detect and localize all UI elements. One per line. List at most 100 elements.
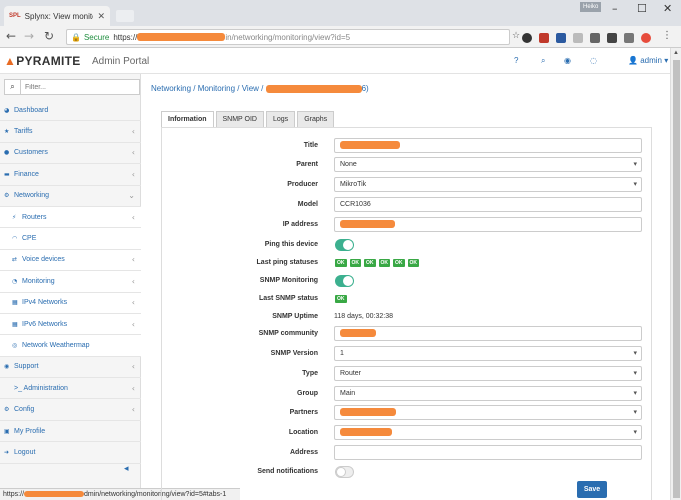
sidebar-item-administration[interactable]: >_ Administration ‹ <box>0 378 141 400</box>
snmp-version-row: SNMP Version 1 ▾ <box>162 346 653 366</box>
breadcrumb-monitoring[interactable]: Monitoring <box>198 84 235 93</box>
sidebar-nav: ◕ Dashboard ★ Tariffs ‹ ● Customers ‹ ▬ Finance ‹ ⚙… <box>0 100 141 464</box>
notifications-toggle[interactable] <box>335 466 354 478</box>
sidebar-item-label: My Profile <box>14 427 46 435</box>
parent-select[interactable]: None ▾ <box>334 157 642 172</box>
sidebar-item-voice-devices[interactable]: ⇄ Voice devices ‹ <box>0 249 141 272</box>
scroll-up-icon[interactable]: ▲ <box>673 50 679 56</box>
sidebar-item-label: Support <box>14 363 39 371</box>
location-row: Location ▾ <box>162 425 653 445</box>
sidebar-item-ipv4-networks[interactable]: ▦ IPv4 Networks ‹ <box>0 292 141 314</box>
sidebar-item-monitoring[interactable]: ◔ Monitoring ‹ <box>0 271 141 293</box>
search-icon[interactable]: ⌕ <box>541 56 545 66</box>
search-icon[interactable]: ⌕ <box>4 79 21 95</box>
breadcrumb: Networking / Monitoring / View / 6) <box>151 84 369 93</box>
sidebar-item-dashboard[interactable]: ◕ Dashboard <box>0 100 141 122</box>
sidebar-item-my-profile[interactable]: ▣ My Profile <box>0 421 141 443</box>
globe-icon: ◎ <box>12 341 18 349</box>
chevron-down-icon: ▾ <box>633 180 637 188</box>
sidebar-item-routers[interactable]: ⚡ Routers ‹ <box>0 206 141 229</box>
sidebar-item-ipv6-networks[interactable]: ▦ IPv6 Networks ‹ <box>0 313 141 336</box>
tab-information[interactable]: Information <box>161 111 214 127</box>
type-select[interactable]: Router ▾ <box>334 366 642 381</box>
extension-icon[interactable] <box>539 33 549 43</box>
producer-select[interactable]: MikroTik ▾ <box>334 177 642 192</box>
extension-icon[interactable] <box>522 33 532 43</box>
reload-icon[interactable]: ↻ <box>44 29 54 43</box>
tab-snmp-oid[interactable]: SNMP OID <box>215 111 264 127</box>
breadcrumb-view: View <box>241 84 259 93</box>
chevron-down-icon: ▾ <box>633 160 637 168</box>
extension-icon[interactable] <box>624 33 634 43</box>
chevron-down-icon: ▾ <box>633 408 637 416</box>
save-button[interactable]: Save <box>577 481 607 498</box>
extension-icon[interactable] <box>556 33 566 43</box>
minimize-icon[interactable]: – <box>612 2 618 15</box>
partners-select[interactable]: ▾ <box>334 405 642 420</box>
model-field[interactable]: CCR1036 <box>334 197 642 212</box>
sidebar-item-logout[interactable]: ➜ Logout <box>0 442 141 464</box>
snmp-monitoring-toggle[interactable] <box>335 275 354 287</box>
url-scheme: https:// <box>113 32 138 42</box>
sidebar-item-support[interactable]: ◉ Support ‹ <box>0 357 141 379</box>
sidebar-item-cpe[interactable]: ◠ CPE <box>0 228 141 250</box>
browser-tab[interactable]: SPL Splynx: View monitoring ✕ <box>4 6 110 26</box>
chevron-down-icon: ⌄ <box>128 191 135 201</box>
ip-field[interactable] <box>334 217 642 232</box>
collapse-sidebar-icon[interactable]: ◂ <box>124 464 129 474</box>
maximize-icon[interactable]: ☐ <box>637 2 647 15</box>
sidebar-item-config[interactable]: ⚙ Config ‹ <box>0 399 141 421</box>
group-row: Group Main ▾ <box>162 386 653 406</box>
gear-icon: ⚙ <box>4 406 10 414</box>
help-icon[interactable]: ? <box>514 56 518 65</box>
chevron-down-icon: ▾ <box>633 428 637 436</box>
search-input[interactable] <box>21 79 140 95</box>
new-tab-button[interactable] <box>116 10 134 22</box>
title-field[interactable] <box>334 138 642 153</box>
sidebar-item-tariffs[interactable]: ★ Tariffs ‹ <box>0 121 141 143</box>
ip-label: IP address <box>282 221 318 228</box>
sidebar-item-finance[interactable]: ▬ Finance ‹ <box>0 164 141 186</box>
snmp-version-select[interactable]: 1 ▾ <box>334 346 642 361</box>
partners-row: Partners ▾ <box>162 405 653 425</box>
extension-icon[interactable] <box>607 33 617 43</box>
router-icon: ⚡ <box>12 213 17 221</box>
profile-chip[interactable]: Heiko <box>580 2 602 12</box>
opera-icon[interactable] <box>641 33 651 43</box>
type-row: Type Router ▾ <box>162 366 653 386</box>
close-window-icon[interactable]: ✕ <box>663 2 672 15</box>
sidebar-item-label: Logout <box>14 448 36 456</box>
extension-icon[interactable] <box>573 33 583 43</box>
forward-icon[interactable]: → <box>24 29 34 43</box>
ping-status-badge: OK <box>335 259 347 267</box>
ping-toggle[interactable] <box>335 239 354 251</box>
tab-graphs[interactable]: Graphs <box>297 111 335 127</box>
tab-logs[interactable]: Logs <box>266 111 296 127</box>
close-tab-icon[interactable]: ✕ <box>97 11 105 22</box>
sidebar-item-customers[interactable]: ● Customers ‹ <box>0 143 141 165</box>
chat-icon[interactable]: ◌ <box>590 56 597 65</box>
uptime-label: SNMP Uptime <box>272 313 318 320</box>
globe-icon[interactable]: ◉ <box>564 56 571 65</box>
scroll-thumb[interactable] <box>673 60 680 498</box>
sidebar-item-network-weathermap[interactable]: ◎ Network Weathermap <box>0 335 141 357</box>
menu-dots-icon[interactable]: ⋮ <box>662 30 672 41</box>
extension-icon[interactable] <box>590 33 600 43</box>
location-select[interactable]: ▾ <box>334 425 642 440</box>
address-bar[interactable]: 🔒 Secure https:// in/networking/monitori… <box>66 29 510 45</box>
sidebar-item-networking[interactable]: ⚙ Networking ⌄ <box>0 186 141 207</box>
page-scrollbar[interactable]: ▲ <box>670 48 681 500</box>
back-icon[interactable]: ← <box>6 29 16 43</box>
snmp-status-badges: OK <box>335 295 347 303</box>
chevron-left-icon: ‹ <box>131 169 135 179</box>
model-label: Model <box>297 201 318 208</box>
community-field[interactable] <box>334 326 642 341</box>
bookmark-star-icon[interactable]: ☆ <box>512 31 520 41</box>
group-select[interactable]: Main ▾ <box>334 386 642 401</box>
community-label: SNMP community <box>258 330 318 337</box>
address-field[interactable] <box>334 445 642 460</box>
pyramite-logo[interactable]: ▲PYRAMITE <box>4 54 81 68</box>
parent-row: Parent None ▾ <box>162 157 653 177</box>
breadcrumb-networking[interactable]: Networking <box>151 84 191 93</box>
user-menu[interactable]: 👤 admin ▾ <box>628 56 668 65</box>
